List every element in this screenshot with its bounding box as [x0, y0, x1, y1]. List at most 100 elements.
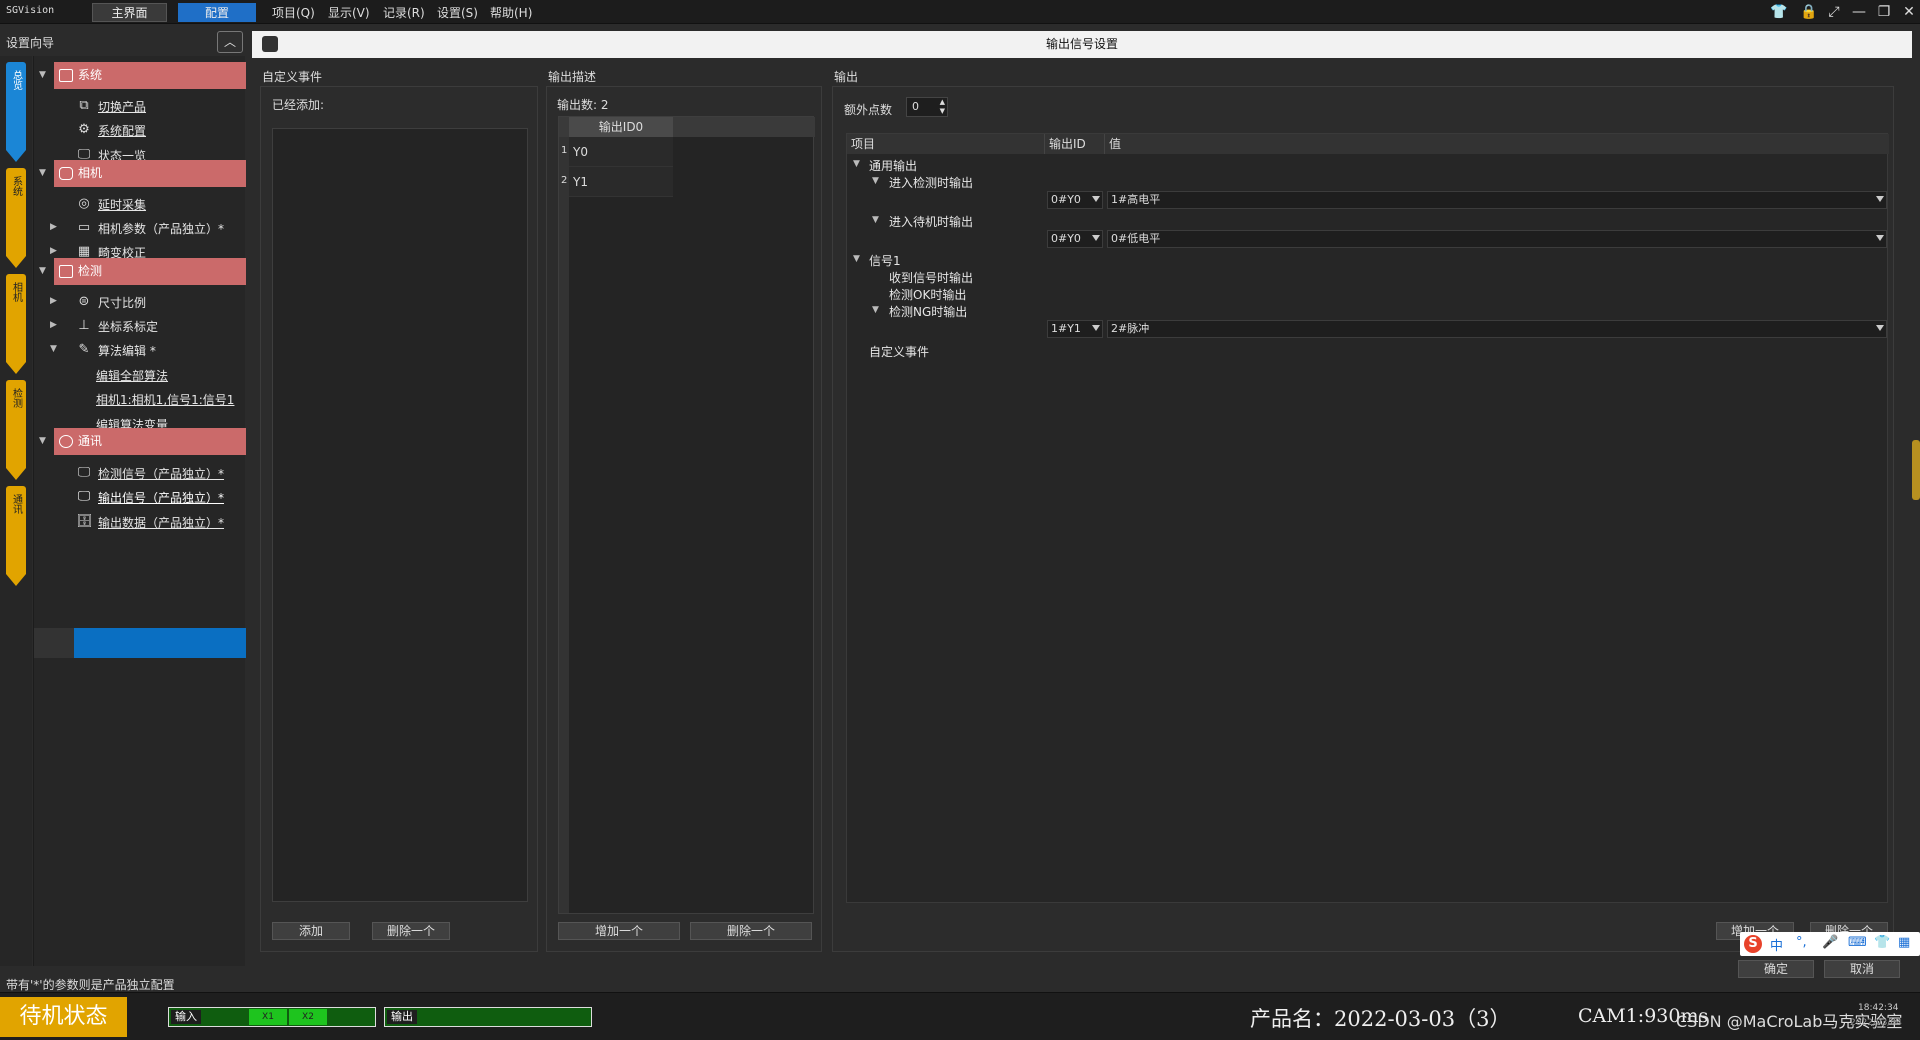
collapse-button[interactable]: ︿ — [217, 31, 243, 53]
confirm-button[interactable]: 确定 — [1738, 960, 1814, 978]
tree-detect-ok[interactable]: 检测OK时输出 — [889, 286, 966, 303]
vtab-detect[interactable]: 检测 — [6, 380, 26, 480]
shirt-icon[interactable]: 👕 — [1768, 2, 1790, 22]
menu-help[interactable]: 帮助(H) — [490, 4, 532, 21]
restore-icon[interactable]: ❐ — [1873, 2, 1895, 22]
output-desc-title: 输出描述 — [548, 70, 597, 84]
sogou-logo-icon: S — [1744, 935, 1762, 953]
tree-item-output-data[interactable]: 输出数据（产品独立）* — [98, 514, 224, 531]
back-icon[interactable] — [262, 36, 278, 52]
tree-item-output-signal[interactable]: 输出信号（产品独立）* — [98, 489, 224, 506]
tree-item-camera1-signal1[interactable]: 相机1:相机1,信号1:信号1 — [96, 391, 234, 408]
keyboard-icon[interactable]: ⌨ — [1848, 935, 1867, 950]
ime-punct-icon[interactable]: °, — [1796, 935, 1807, 950]
tree-general-output[interactable]: 通用输出 — [869, 157, 917, 174]
lock-icon[interactable]: 🔒 — [1798, 2, 1820, 22]
expand-arrow-icon[interactable]: ▼ — [39, 436, 46, 446]
tree-enter-idle[interactable]: 进入待机时输出 — [889, 213, 973, 230]
value-select[interactable]: 0#低电平 — [1107, 230, 1887, 248]
column-header-output-id[interactable]: 输出ID0 — [569, 117, 673, 137]
cancel-button[interactable]: 取消 — [1824, 960, 1900, 978]
vtab-camera[interactable]: 相机 — [6, 274, 26, 374]
expand-arrow-icon[interactable]: ▼ — [39, 70, 46, 80]
expand-arrow-icon[interactable]: ▼ — [872, 215, 879, 225]
tree-item-algo-edit[interactable]: 算法编辑 * — [98, 342, 156, 359]
monitor-icon — [59, 69, 73, 82]
tree-enter-detect[interactable]: 进入检测时输出 — [889, 174, 973, 191]
grid-icon[interactable]: ▦ — [1898, 935, 1910, 950]
vtab-comm-label: 通讯 — [10, 494, 22, 514]
collapsed-arrow-icon[interactable]: ▶ — [50, 320, 57, 330]
add-event-button[interactable]: 添加 — [272, 922, 350, 940]
close-icon[interactable]: ✕ — [1898, 2, 1920, 22]
fullscreen-icon[interactable]: ⤢ — [1823, 2, 1845, 22]
tree-item-system-config[interactable]: 系统配置 — [98, 122, 146, 139]
menu-project[interactable]: 项目(Q) — [272, 4, 315, 21]
tree-item-delay-capture[interactable]: 延时采集 — [98, 196, 146, 213]
menu-settings[interactable]: 设置(S) — [437, 4, 478, 21]
menu-record[interactable]: 记录(R) — [383, 4, 425, 21]
expand-arrow-icon[interactable]: ▼ — [853, 254, 860, 264]
table-row[interactable]: Y1 — [569, 167, 673, 197]
category-system[interactable]: 系统 — [54, 62, 246, 89]
tree-recv-signal[interactable]: 收到信号时输出 — [889, 269, 973, 286]
add-output-button[interactable]: 增加一个 — [558, 922, 680, 940]
category-comm[interactable]: 通讯 — [54, 428, 246, 455]
value-select[interactable]: 2#脉冲 — [1107, 320, 1887, 338]
ime-toolbar[interactable]: S 中 °, 🎤 ⌨ 👕 ▦ — [1740, 932, 1920, 956]
tab-main[interactable]: 主界面 — [92, 3, 167, 22]
column-header-output-id[interactable]: 输出ID — [1045, 134, 1105, 154]
output-data-icon: 🗄 — [76, 514, 93, 529]
value-select[interactable]: 1#高电平 — [1107, 191, 1887, 209]
category-detect[interactable]: 检测 — [54, 258, 246, 285]
extra-points-spinbox[interactable]: 0 ▲ ▼ — [906, 97, 948, 117]
menu-view[interactable]: 显示(V) — [328, 4, 370, 21]
tree-item-detect-signal[interactable]: 检测信号（产品独立）* — [98, 465, 224, 482]
skin-icon[interactable]: 👕 — [1874, 935, 1890, 950]
tree-signal1[interactable]: 信号1 — [869, 252, 901, 269]
vtab-overview[interactable]: 总览 — [6, 62, 26, 162]
output-id-select[interactable]: 0#Y0 — [1047, 191, 1103, 209]
minimize-icon[interactable]: — — [1848, 2, 1870, 22]
product-name: 产品名：2022-03-03（3） — [1250, 1007, 1511, 1031]
vtab-comm[interactable]: 通讯 — [6, 486, 26, 586]
expand-arrow-icon[interactable]: ▼ — [872, 305, 879, 315]
tree-item-size-ratio[interactable]: 尺寸比例 — [98, 294, 146, 311]
delete-event-button[interactable]: 删除一个 — [372, 922, 450, 940]
tree-item-edit-all-algo[interactable]: 编辑全部算法 — [96, 367, 168, 384]
added-label: 已经添加: — [272, 98, 325, 112]
vtab-system[interactable]: 系统 — [6, 168, 26, 268]
custom-events-list[interactable] — [272, 128, 528, 902]
output-id-select[interactable]: 1#Y1 — [1047, 320, 1103, 338]
collapsed-arrow-icon[interactable]: ▶ — [50, 246, 57, 256]
expand-arrow-icon[interactable]: ▼ — [853, 159, 860, 169]
ime-chinese-mode[interactable]: 中 — [1770, 935, 1783, 954]
table-row[interactable]: Y0 — [569, 137, 673, 167]
footnote: 带有'*'的参数则是产品独立配置 — [6, 978, 175, 992]
collapsed-arrow-icon[interactable]: ▶ — [50, 222, 57, 232]
tree-custom-event[interactable]: 自定义事件 — [869, 343, 929, 360]
expand-arrow-icon[interactable]: ▼ — [872, 176, 879, 186]
delete-output-button[interactable]: 删除一个 — [690, 922, 812, 940]
tree-detect-ng[interactable]: 检测NG时输出 — [889, 303, 967, 320]
category-system-label: 系统 — [78, 68, 103, 82]
output-indicator: 输出 — [384, 1007, 592, 1027]
tree-item-camera-params[interactable]: 相机参数（产品独立）* — [98, 220, 224, 237]
expand-arrow-icon[interactable]: ▼ — [39, 266, 46, 276]
tab-config[interactable]: 配置 — [178, 3, 256, 22]
scrollbar-thumb[interactable] — [1912, 440, 1920, 500]
tree-item-switch-product[interactable]: 切换产品 — [98, 98, 146, 115]
microphone-icon[interactable]: 🎤 — [1822, 935, 1838, 950]
column-header-value[interactable]: 值 — [1105, 134, 1889, 154]
output-desc-table[interactable]: 输出ID0 1 Y0 2 Y1 — [558, 116, 815, 914]
spin-arrows-icon[interactable]: ▲ ▼ — [940, 98, 945, 116]
column-header-item[interactable]: 项目 — [847, 134, 1045, 154]
tree-item-coord-calib[interactable]: 坐标系标定 — [98, 318, 158, 335]
chevron-down-icon — [1876, 196, 1884, 202]
expand-arrow-icon[interactable]: ▼ — [50, 344, 57, 354]
collapsed-arrow-icon[interactable]: ▶ — [50, 296, 57, 306]
expand-arrow-icon[interactable]: ▼ — [39, 168, 46, 178]
category-camera[interactable]: 相机 — [54, 160, 246, 187]
wizard-title: 设置向导 — [6, 36, 55, 50]
output-id-select[interactable]: 0#Y0 — [1047, 230, 1103, 248]
